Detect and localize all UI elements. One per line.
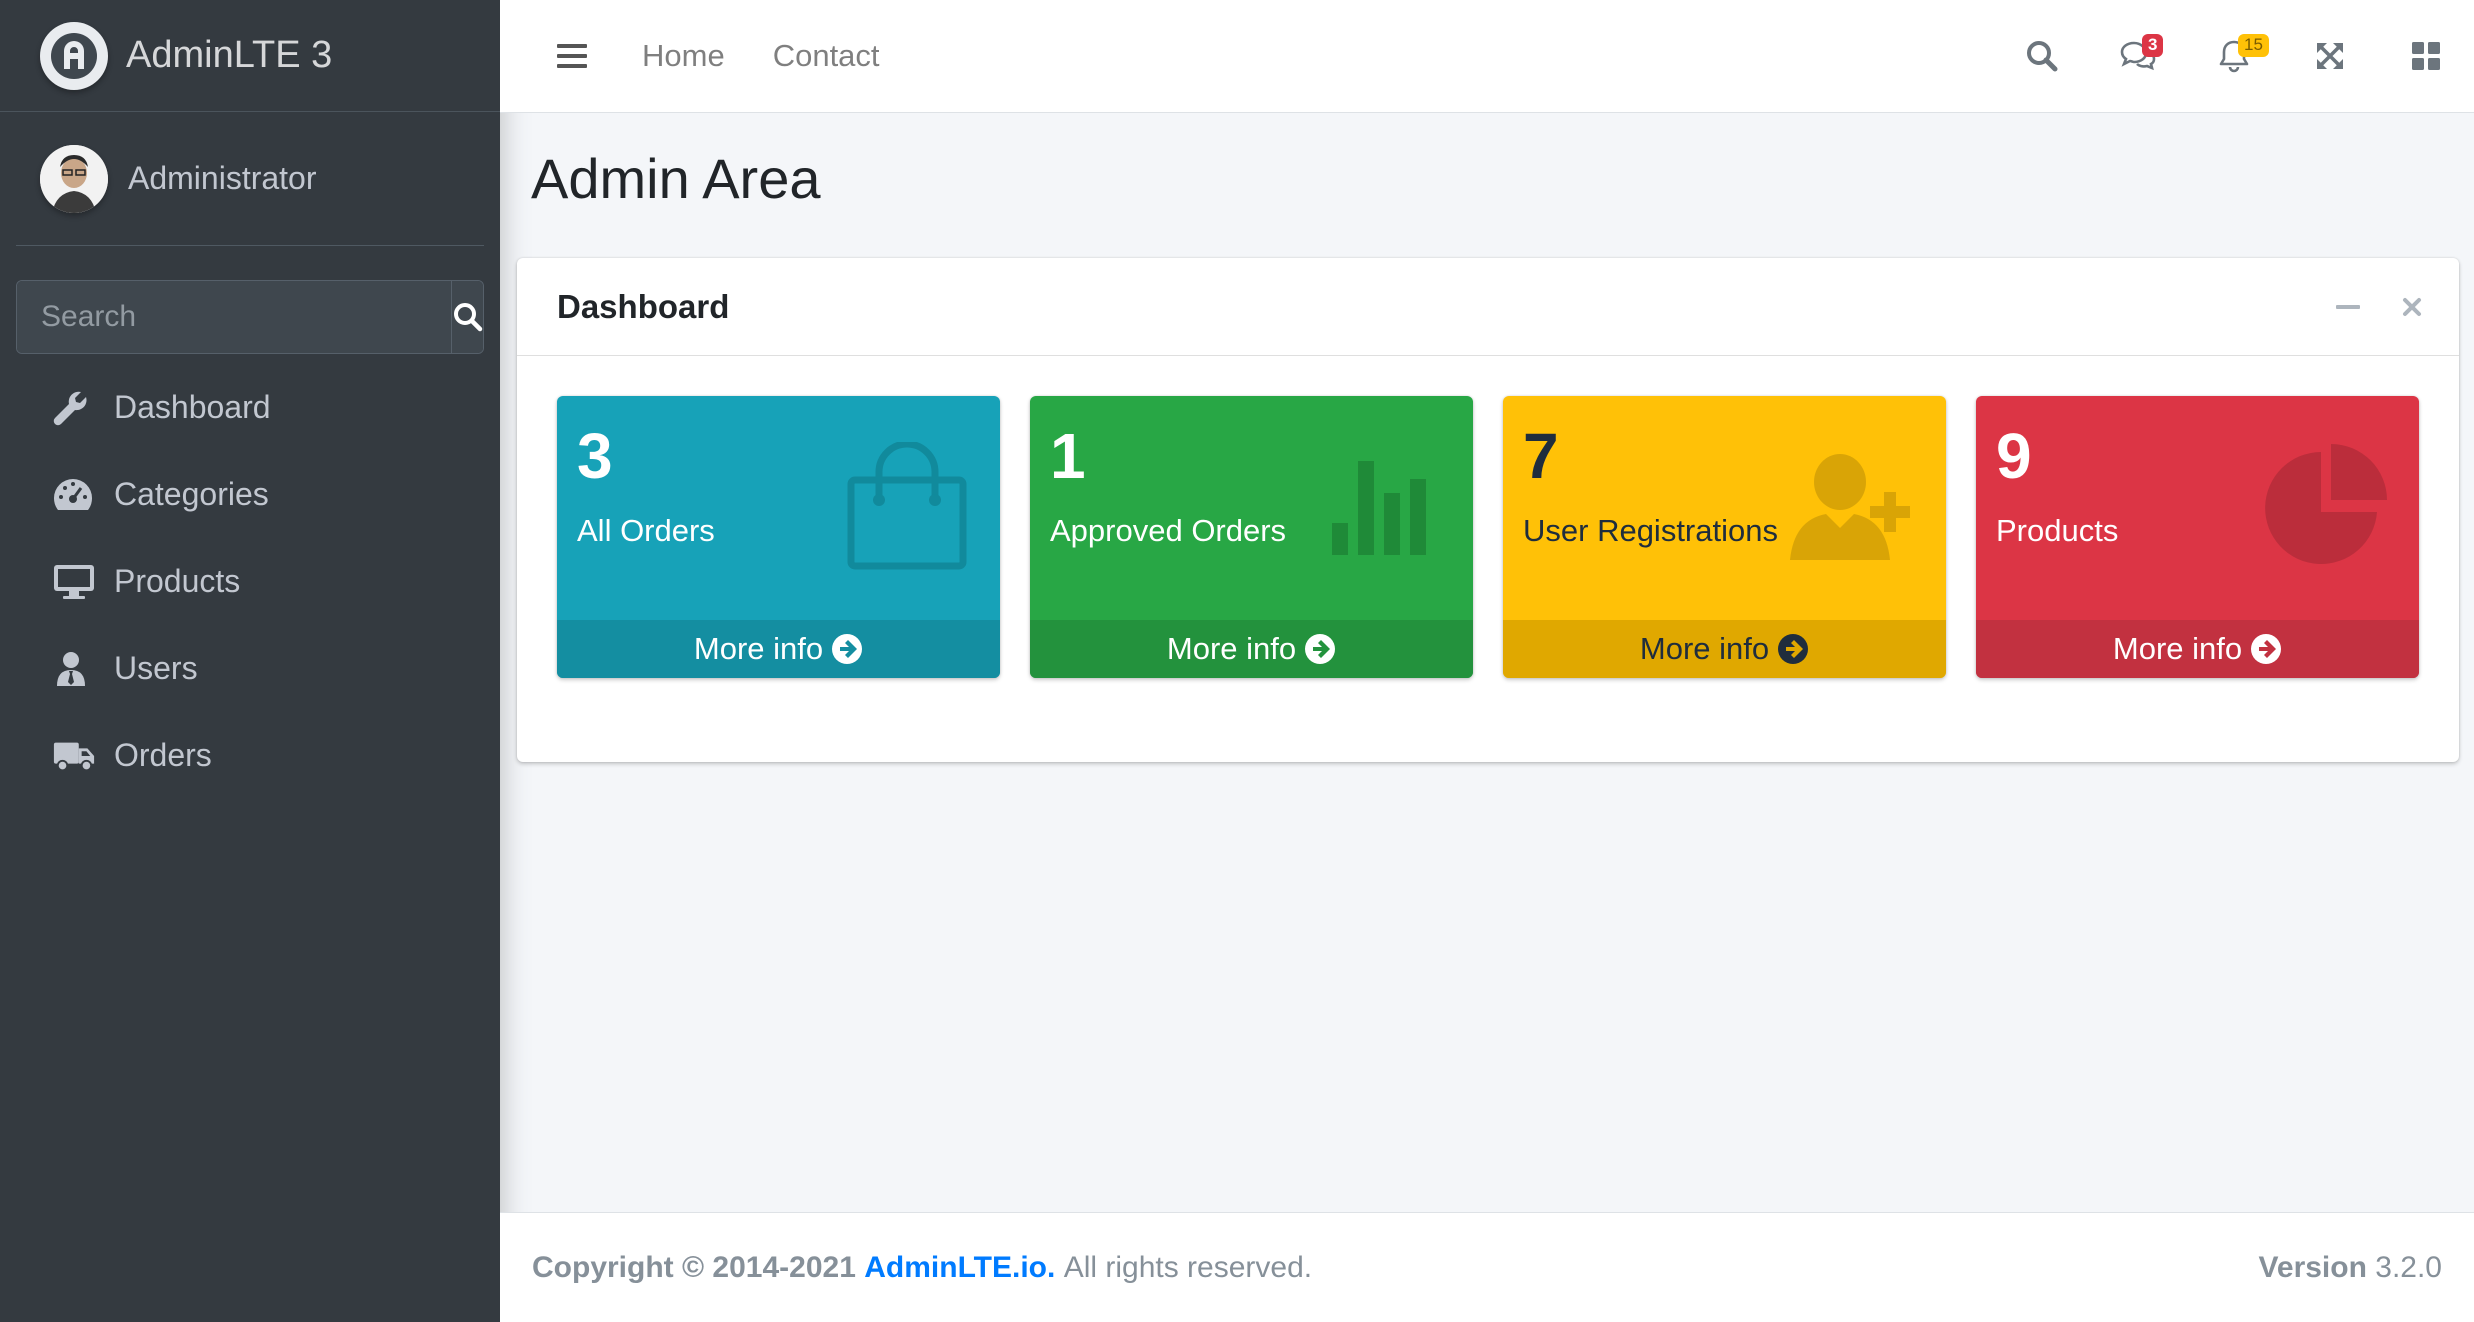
more-info-label: More info: [1166, 631, 1297, 666]
arrow-circle-right-icon: [1305, 634, 1336, 664]
more-info-label: More info: [2112, 631, 2243, 666]
user-name[interactable]: Administrator: [128, 160, 317, 197]
messages-badge: 3: [2142, 34, 2164, 57]
more-info-label: More info: [1639, 631, 1770, 666]
sidebar: AdminLTE 3 Administrator Search Dashboar…: [0, 0, 500, 1322]
arrow-circle-right-icon: [832, 634, 863, 664]
desktop-icon: [52, 562, 96, 602]
collapse-button[interactable]: [2333, 292, 2363, 322]
rights-text: All rights reserved.: [1063, 1250, 1313, 1284]
sidebar-item-label: Products: [114, 563, 241, 599]
version-info: Version 3.2.0: [2259, 1251, 2442, 1285]
small-box-user-registrations: 7 User Registrations More info: [1503, 396, 1946, 678]
avatar: [40, 144, 108, 213]
user-panel[interactable]: Administrator: [16, 112, 484, 246]
sidebar-search: [16, 280, 484, 354]
navbar-search-button[interactable]: [1994, 0, 2090, 112]
bar-chart-icon: [1315, 442, 1445, 572]
control-sidebar-button[interactable]: [2378, 0, 2474, 112]
minus-icon: [2336, 305, 2360, 309]
search-icon: [454, 303, 483, 332]
search-input[interactable]: [17, 281, 451, 353]
sidebar-item-label: Categories: [114, 476, 269, 512]
brand-logo-icon: [40, 21, 108, 90]
main-footer: Copyright © 2014-2021 AdminLTE.io. All r…: [500, 1212, 2474, 1322]
sidebar-item-label: Orders: [114, 737, 212, 773]
sidebar-item-orders[interactable]: Orders: [0, 712, 500, 799]
small-box-products: 9 Products More info: [1976, 396, 2419, 678]
more-info-link[interactable]: More info: [557, 620, 1000, 678]
sidebar-item-categories[interactable]: Categories: [0, 451, 500, 538]
menu-toggle-button[interactable]: [542, 26, 602, 86]
nav-link-home[interactable]: Home: [642, 38, 725, 74]
more-info-link[interactable]: More info: [1503, 620, 1946, 678]
wrench-icon: [52, 388, 96, 428]
brand-text: AdminLTE 3: [126, 34, 333, 76]
user-tie-icon: [52, 649, 96, 689]
truck-icon: [52, 736, 96, 776]
remove-button[interactable]: [2397, 292, 2427, 322]
sidebar-item-dashboard[interactable]: Dashboard: [0, 364, 500, 451]
version-number: 3.2.0: [2375, 1250, 2442, 1284]
brand-link[interactable]: AdminLTE 3: [0, 0, 500, 112]
notifications-button[interactable]: 15: [2186, 0, 2282, 112]
card-title: Dashboard: [557, 287, 730, 325]
nav-link-contact[interactable]: Contact: [773, 38, 880, 74]
notifications-badge: 15: [2238, 34, 2269, 57]
messages-button[interactable]: 3: [2090, 0, 2186, 112]
search-button[interactable]: [451, 281, 483, 353]
card-tools: [2333, 258, 2427, 356]
sidebar-item-label: Dashboard: [114, 389, 271, 425]
sidebar-nav: Dashboard Categories Products Users Orde…: [0, 364, 500, 799]
expand-arrows-icon: [2317, 43, 2343, 69]
search-icon: [2027, 41, 2058, 72]
more-info-link[interactable]: More info: [1030, 620, 1473, 678]
hamburger-icon: [557, 44, 587, 68]
arrow-circle-right-icon: [2251, 634, 2282, 664]
arrow-circle-right-icon: [1778, 634, 1809, 664]
sidebar-item-products[interactable]: Products: [0, 538, 500, 625]
grid-icon: [2412, 42, 2440, 70]
close-icon: [2403, 298, 2421, 316]
more-info-link[interactable]: More info: [1976, 620, 2419, 678]
small-boxes: 3 All Orders More info 1 Approved Orders: [557, 396, 2419, 678]
navbar-right: 3 15: [1994, 0, 2474, 112]
small-box-approved-orders: 1 Approved Orders More info: [1030, 396, 1473, 678]
page-title: Admin Area: [531, 147, 821, 210]
dashboard-card: Dashboard 3 All Orders More info 1 Appro…: [517, 258, 2459, 762]
card-header: Dashboard: [517, 258, 2459, 356]
version-label: Version: [2258, 1250, 2367, 1284]
fullscreen-button[interactable]: [2282, 0, 2378, 112]
more-info-label: More info: [693, 631, 824, 666]
sidebar-item-label: Users: [114, 650, 198, 686]
user-plus-icon: [1788, 442, 1918, 572]
copyright-text: Copyright © 2014-2021: [532, 1250, 856, 1284]
top-navbar: Home Contact 3 15: [500, 0, 2474, 113]
small-box-all-orders: 3 All Orders More info: [557, 396, 1000, 678]
shopping-bag-icon: [842, 442, 972, 572]
pie-chart-icon: [2261, 442, 2391, 572]
adminlte-link[interactable]: AdminLTE.io.: [864, 1251, 1055, 1285]
sidebar-item-users[interactable]: Users: [0, 625, 500, 712]
tachometer-icon: [52, 475, 96, 515]
